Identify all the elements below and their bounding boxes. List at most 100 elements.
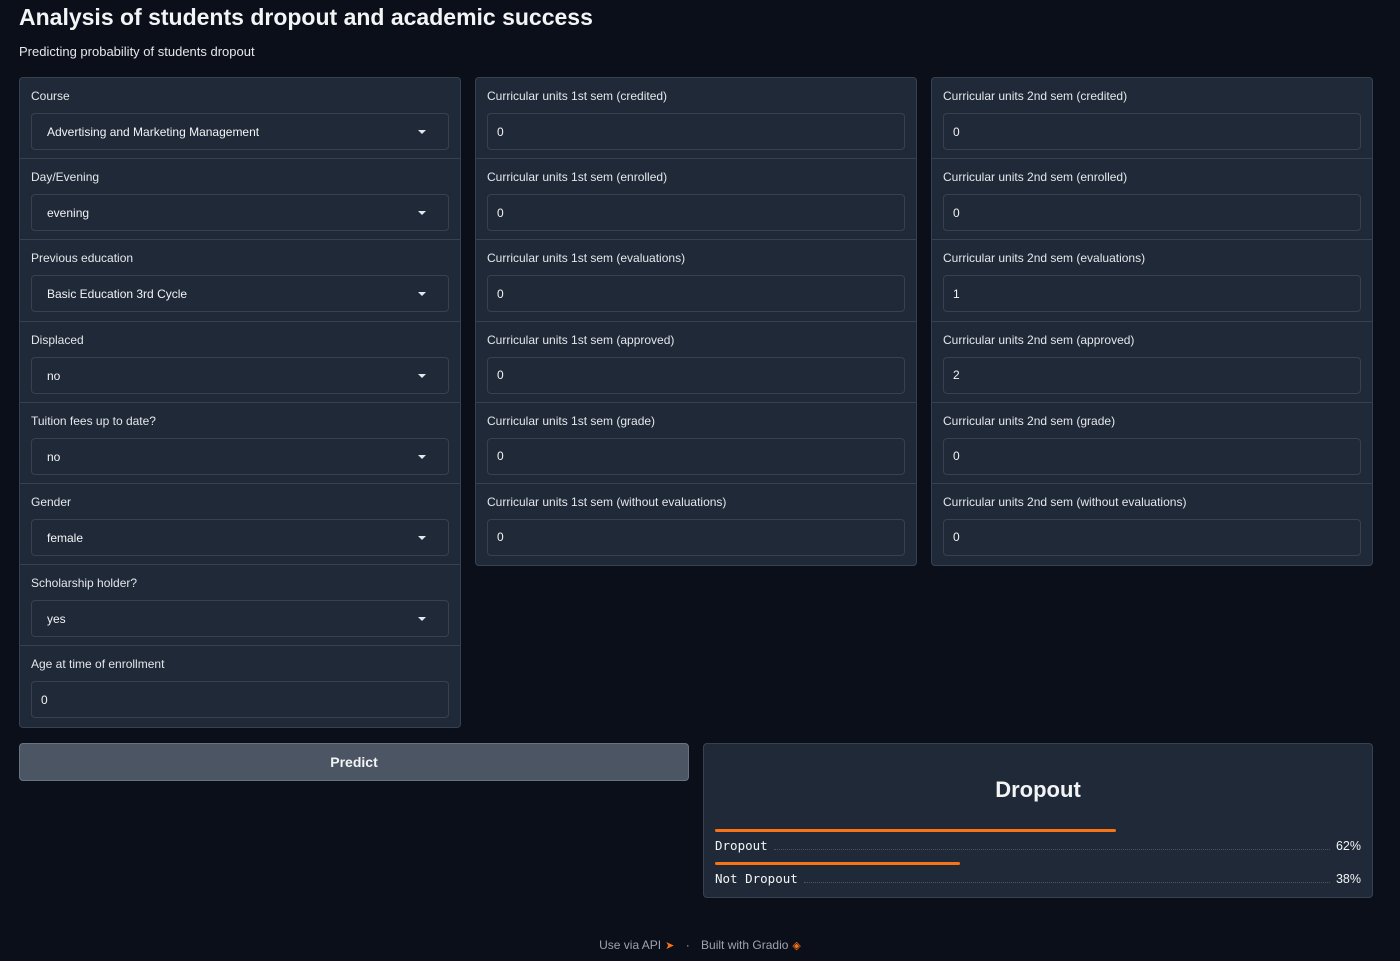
field-label: Curricular units 2nd sem (credited) [943,89,1128,103]
sem2-credited-input[interactable] [944,114,1360,149]
chevron-down-icon [418,617,426,622]
field-2nd-sem-enrolled: Curricular units 2nd sem (enrolled) [932,159,1372,241]
number-field [487,113,905,150]
chevron-down-icon [418,292,426,297]
chevron-down-icon [418,373,426,378]
day-evening-dropdown[interactable]: evening [31,194,449,232]
confidence-percent: 62% [1335,838,1361,853]
first-semester-panel: Curricular units 1st sem (credited) Curr… [475,77,917,566]
sem1-credited-input[interactable] [488,114,904,149]
sem1-evaluations-input[interactable] [488,276,904,312]
field-1st-sem-credited: Curricular units 1st sem (credited) [476,78,916,160]
chevron-down-icon [418,535,426,540]
prediction-output-panel: Dropout Dropout 62% Not Dropout 38% [703,743,1373,898]
dropdown-value: no [47,449,61,464]
number-field [487,275,905,313]
sem1-approved-input[interactable] [488,357,904,393]
field-label: Curricular units 1st sem (enrolled) [487,170,668,185]
field-2nd-sem-grade: Curricular units 2nd sem (grade) [932,403,1372,484]
confidence-bar [715,829,1116,832]
demographics-panel: Course Advertising and Marketing Managem… [19,77,461,728]
confidence-label: Dropout [715,838,768,853]
confidence-label: Not Dropout [715,871,798,886]
predict-button[interactable]: Predict [19,743,689,781]
dotted-leader [803,874,1330,883]
field-label: Curricular units 2nd sem (enrolled) [943,170,1128,185]
second-semester-panel: Curricular units 2nd sem (credited) Curr… [931,77,1373,566]
field-label: Curricular units 1st sem (evaluations) [487,251,686,266]
number-field [487,518,905,556]
field-2nd-sem-without-evaluations: Curricular units 2nd sem (without evalua… [932,484,1372,565]
displaced-dropdown[interactable]: no [31,356,449,394]
field-1st-sem-evaluations: Curricular units 1st sem (evaluations) [476,240,916,322]
rocket-icon: ➤ [665,939,675,952]
field-label: Gender [31,494,72,509]
field-course: Course Advertising and Marketing Managem… [20,78,460,160]
field-label: Displaced [31,332,84,347]
page-title: Analysis of students dropout and academi… [19,4,593,30]
dropdown-value: no [47,368,61,383]
dropdown-value: Basic Education 3rd Cycle [47,287,188,302]
sem2-grade-input[interactable] [944,438,1360,474]
dropdown-value: Advertising and Marketing Management [47,125,260,139]
field-label: Curricular units 1st sem (approved) [487,332,675,347]
field-label: Curricular units 1st sem (grade) [487,413,656,428]
field-label: Curricular units 1st sem (without evalua… [487,494,727,509]
field-1st-sem-approved: Curricular units 1st sem (approved) [476,322,916,403]
number-field [943,194,1361,232]
field-age: Age at time of enrollment [20,646,460,727]
sem2-approved-input[interactable] [944,357,1360,393]
field-label: Curricular units 2nd sem (approved) [943,332,1135,347]
predicted-label: Dropout [995,777,1081,802]
number-field [487,437,905,475]
age-input[interactable] [32,682,448,718]
chevron-down-icon [418,211,426,216]
number-field [487,194,905,232]
confidence-row: Not Dropout 38% [715,862,1361,892]
sem2-enrolled-input[interactable] [944,195,1360,231]
course-dropdown[interactable]: Advertising and Marketing Management [31,113,449,150]
field-1st-sem-without-evaluations: Curricular units 1st sem (without evalua… [476,484,916,565]
footer: Use via API ➤ · Built with Gradio ◈ [0,937,1400,952]
dropdown-value: female [47,530,84,545]
chevron-down-icon [418,130,426,134]
field-displaced: Displaced no [20,322,460,403]
field-label: Curricular units 2nd sem (without evalua… [943,494,1187,509]
field-1st-sem-enrolled: Curricular units 1st sem (enrolled) [476,159,916,241]
field-label: Scholarship holder? [31,576,138,591]
field-scholarship: Scholarship holder? yes [20,565,460,647]
number-field [487,356,905,394]
previous-education-dropdown[interactable]: Basic Education 3rd Cycle [31,275,449,313]
field-label: Day/Evening [31,170,100,185]
built-with-gradio-link[interactable]: Built with Gradio ◈ [701,937,801,952]
number-field [943,113,1361,150]
chevron-down-icon [418,454,426,459]
tuition-fees-dropdown[interactable]: no [31,437,449,475]
sem2-evaluations-input[interactable] [944,276,1360,312]
sem1-enrolled-input[interactable] [488,195,904,231]
sem2-without-evaluations-input[interactable] [944,519,1360,555]
scholarship-dropdown[interactable]: yes [31,600,449,638]
sem1-without-evaluations-input[interactable] [488,519,904,555]
number-field [943,518,1361,556]
field-label: Previous education [31,251,134,266]
use-via-api-link[interactable]: Use via API ➤ [599,937,674,952]
gender-dropdown[interactable]: female [31,518,449,556]
field-tuition-fees: Tuition fees up to date? no [20,403,460,484]
number-field [943,356,1361,394]
field-label: Curricular units 2nd sem (grade) [943,413,1116,428]
sem1-grade-input[interactable] [488,438,904,474]
field-day-evening: Day/Evening evening [20,159,460,241]
field-gender: Gender female [20,484,460,566]
dropdown-value: yes [47,612,66,627]
field-label: Tuition fees up to date? [31,413,156,428]
field-2nd-sem-evaluations: Curricular units 2nd sem (evaluations) [932,240,1372,322]
field-label: Curricular units 1st sem (credited) [487,89,668,103]
field-2nd-sem-credited: Curricular units 2nd sem (credited) [932,78,1372,160]
field-label: Age at time of enrollment [31,657,165,672]
gradio-logo-icon: ◈ [792,939,801,952]
confidence-bar [715,862,961,865]
field-previous-education: Previous education Basic Education 3rd C… [20,240,460,322]
field-label: Curricular units 2nd sem (evaluations) [943,251,1146,266]
field-2nd-sem-approved: Curricular units 2nd sem (approved) [932,322,1372,403]
